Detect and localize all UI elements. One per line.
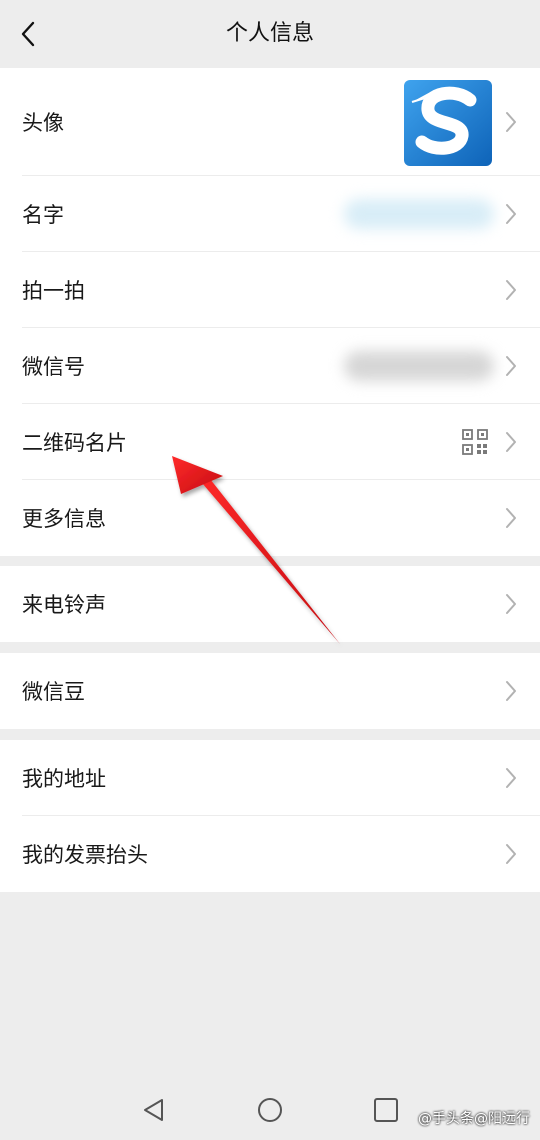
- square-recents-icon[interactable]: [372, 1096, 400, 1124]
- row-label-my-address: 我的地址: [22, 767, 106, 791]
- personal-info-screen: 个人信息 头像 名字 拍一拍 微信号 二维码名片 更多信息 来电铃声 微信豆 我…: [0, 0, 540, 1140]
- row-wechat-id[interactable]: 微信号: [0, 328, 540, 404]
- row-name[interactable]: 名字: [0, 176, 540, 252]
- wechat-id-value-blurred: [344, 351, 494, 381]
- row-label-invoice-title: 我的发票抬头: [22, 843, 148, 867]
- row-more-info[interactable]: 更多信息: [0, 480, 540, 556]
- chevron-right-icon: [506, 844, 516, 864]
- watermark: @手头条@阳远行: [418, 1111, 530, 1127]
- chevron-right-icon: [506, 356, 516, 376]
- avatar[interactable]: [404, 80, 492, 166]
- row-label-avatar: 头像: [22, 111, 64, 135]
- row-ringtone[interactable]: 来电铃声: [0, 566, 540, 642]
- address-group: 我的地址 我的发票抬头: [0, 740, 540, 892]
- qr-code-icon: [462, 429, 488, 455]
- chevron-right-icon: [506, 112, 516, 132]
- row-qr-code[interactable]: 二维码名片: [0, 404, 540, 480]
- row-invoice-title[interactable]: 我的发票抬头: [0, 816, 540, 892]
- chevron-right-icon: [506, 432, 516, 452]
- row-my-address[interactable]: 我的地址: [0, 740, 540, 816]
- row-pat[interactable]: 拍一拍: [0, 252, 540, 328]
- avatar-logo-image: [404, 80, 492, 166]
- row-label-name: 名字: [22, 203, 64, 227]
- chevron-right-icon: [506, 594, 516, 614]
- row-label-pat: 拍一拍: [22, 279, 85, 303]
- profile-group: 头像 名字 拍一拍 微信号 二维码名片 更多信息: [0, 68, 540, 556]
- row-label-wechat-beans: 微信豆: [22, 680, 85, 704]
- chevron-right-icon: [506, 768, 516, 788]
- name-value-blurred: [344, 199, 494, 229]
- beans-group: 微信豆: [0, 653, 540, 729]
- row-avatar[interactable]: 头像: [0, 68, 540, 176]
- row-label-wechat-id: 微信号: [22, 355, 85, 379]
- circle-home-icon[interactable]: [256, 1096, 284, 1124]
- row-label-qr-code: 二维码名片: [22, 431, 127, 455]
- chevron-right-icon: [506, 204, 516, 224]
- page-title: 个人信息: [225, 21, 314, 46]
- chevron-right-icon: [506, 681, 516, 701]
- row-label-ringtone: 来电铃声: [22, 593, 106, 617]
- ringtone-group: 来电铃声: [0, 566, 540, 642]
- triangle-back-icon[interactable]: [140, 1096, 168, 1124]
- row-label-more-info: 更多信息: [22, 507, 106, 531]
- row-wechat-beans[interactable]: 微信豆: [0, 653, 540, 729]
- top-bar: 个人信息: [0, 0, 540, 68]
- chevron-right-icon: [506, 508, 516, 528]
- chevron-right-icon: [506, 280, 516, 300]
